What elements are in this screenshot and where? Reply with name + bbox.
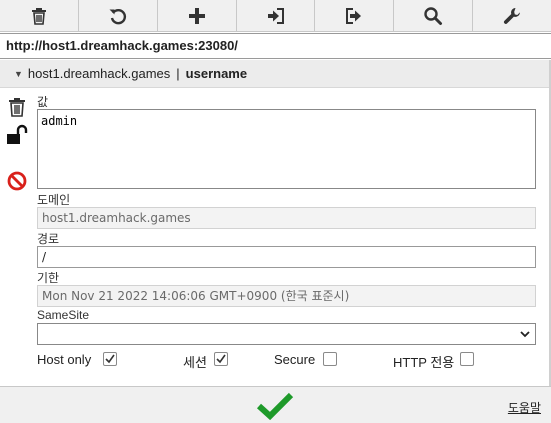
path-label: 경로 [37,232,60,246]
delete-button[interactable] [0,0,79,32]
secure-checkbox[interactable] [323,352,337,366]
flags-row: Host only 세션 Secure HTTP 전용 [0,351,551,370]
protect-cookie-button[interactable] [6,124,28,146]
samesite-select[interactable] [37,323,536,345]
cookie-header[interactable]: ▼ host1.dreamhack.games | username [0,60,551,88]
search-icon [424,7,443,25]
host-only-label: Host only [37,352,92,367]
collapse-triangle-icon[interactable]: ▼ [14,69,23,79]
export-button[interactable] [315,0,395,32]
search-button[interactable] [394,0,474,32]
url-field[interactable]: http://host1.dreamhack.games:23080/ [0,33,551,59]
session-label: 세션 [183,355,207,370]
value-textarea[interactable]: admin [37,109,536,189]
chevron-down-icon [520,331,530,338]
domain-label: 도메인 [37,193,71,207]
undo-button[interactable] [79,0,158,32]
unlock-icon [7,124,28,144]
samesite-label: SameSite [37,308,90,322]
checkmark-icon [105,354,115,364]
trash-icon [31,8,46,25]
delete-cookie-button[interactable] [6,96,28,118]
options-button[interactable] [473,0,551,32]
session-checkbox[interactable] [214,352,228,366]
toolbar [0,0,551,32]
import-button[interactable] [237,0,316,32]
add-button[interactable] [158,0,237,32]
cookie-name: username [185,66,248,81]
secure-label: Secure [274,352,316,367]
undo-icon [109,8,126,25]
path-field[interactable]: / [37,246,536,268]
http-only-checkbox[interactable] [460,352,474,366]
domain-field[interactable]: host1.dreamhack.games [37,207,536,229]
expiry-field[interactable]: Mon Nov 21 2022 14:06:06 GMT+0900 (한국 표준… [37,285,536,307]
checkmark-icon [216,354,226,364]
http-only-label: HTTP 전용 [393,355,455,370]
host-only-checkbox[interactable] [103,352,117,366]
save-checkmark-icon[interactable] [256,392,294,420]
import-icon [267,8,284,24]
trash-icon [9,98,25,117]
block-icon [7,171,27,191]
plus-icon [188,8,205,24]
expiry-label: 기한 [37,271,60,285]
cookie-separator: | [176,66,180,81]
block-cookie-button[interactable] [6,170,28,192]
bottom-bar: 도움말 [0,386,551,423]
value-label: 값 [37,95,49,109]
help-link[interactable]: 도움말 [508,399,541,416]
export-icon [346,8,362,24]
cookie-domain: host1.dreamhack.games [27,66,171,81]
wrench-icon [504,8,520,24]
